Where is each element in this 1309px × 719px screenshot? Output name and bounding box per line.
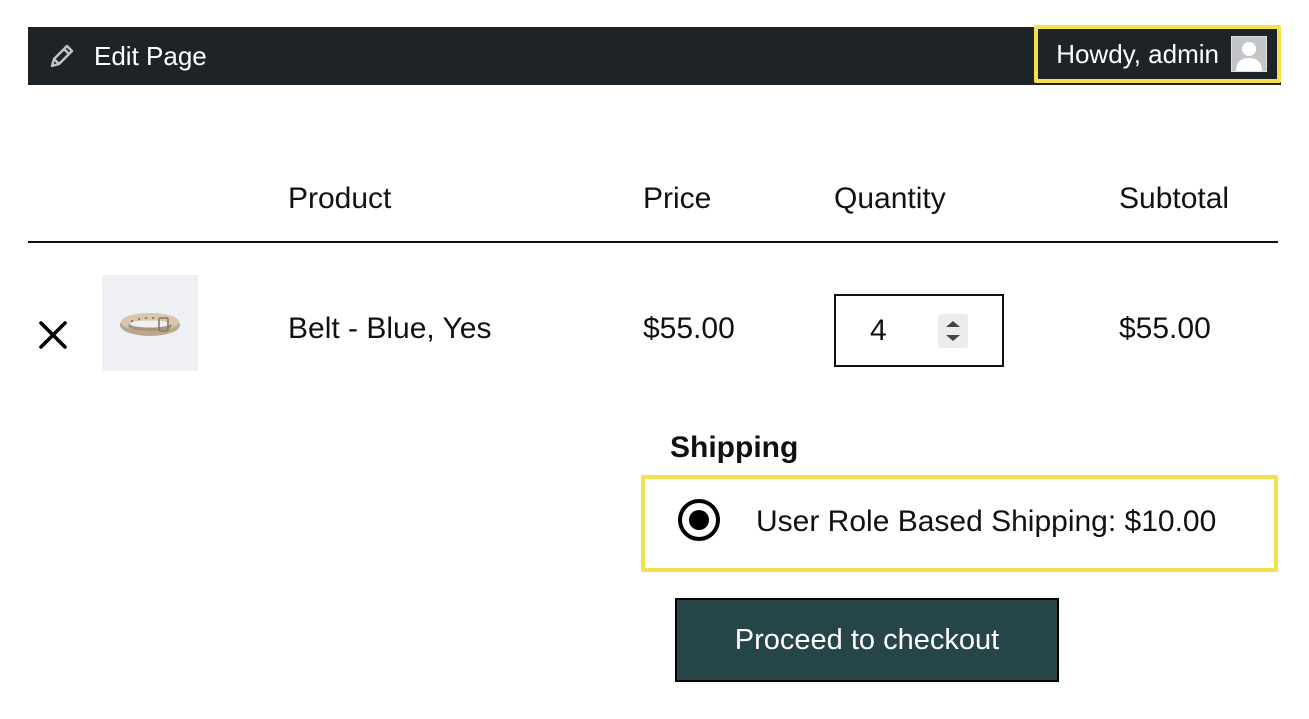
table-divider [28, 241, 1278, 243]
remove-item-button[interactable] [36, 318, 70, 352]
pencil-icon [48, 42, 76, 70]
quantity-input[interactable] [836, 296, 936, 365]
column-header-subtotal: Subtotal [1119, 182, 1230, 215]
shipping-option-label: User Role Based Shipping: $10.00 [756, 505, 1217, 538]
shipping-title: Shipping [670, 431, 799, 464]
column-header-quantity: Quantity [834, 182, 946, 215]
greeting-label: Howdy, admin [1056, 38, 1219, 69]
shipping-option[interactable]: User Role Based Shipping: $10.00 [641, 475, 1278, 572]
user-avatar-icon [1231, 36, 1267, 72]
belt-thumbnail[interactable] [102, 275, 198, 371]
edit-page-label: Edit Page [94, 40, 207, 71]
admin-bar: Edit Page Howdy, admin [28, 25, 1281, 85]
radio-selected-icon [689, 510, 709, 530]
shipping-radio[interactable] [678, 499, 720, 541]
chevron-up-icon [946, 321, 960, 327]
quantity-spinner[interactable] [938, 314, 968, 348]
quantity-stepper [834, 294, 1004, 367]
close-icon [39, 321, 67, 349]
chevron-down-icon [946, 335, 960, 341]
column-header-product: Product [288, 182, 392, 215]
product-subtotal: $55.00 [1119, 312, 1211, 345]
product-name-link[interactable]: Belt - Blue, Yes [288, 312, 491, 346]
edit-page-link[interactable]: Edit Page [48, 27, 207, 85]
column-header-price: Price [643, 182, 712, 215]
proceed-to-checkout-button[interactable]: Proceed to checkout [675, 598, 1059, 682]
product-price: $55.00 [643, 312, 735, 345]
account-menu[interactable]: Howdy, admin [1034, 25, 1281, 83]
